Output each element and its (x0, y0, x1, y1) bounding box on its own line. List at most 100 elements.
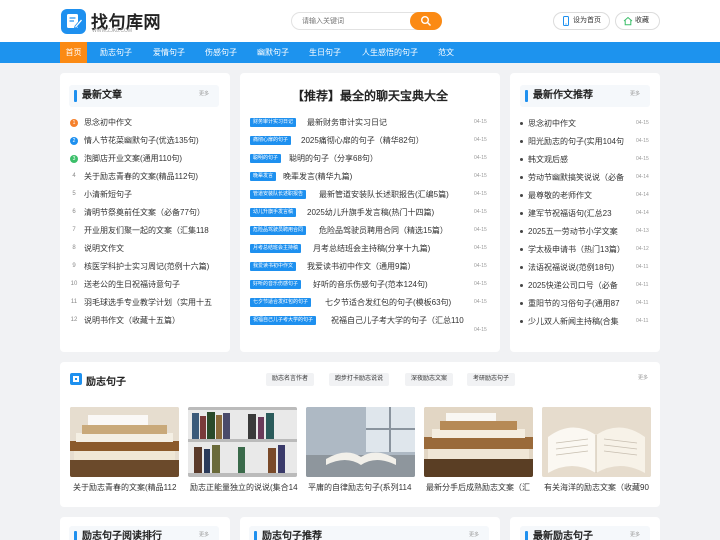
essay-item-link[interactable]: 2025快递公司口号（必备 (528, 280, 624, 291)
nav-inspire[interactable]: 励志句子 (93, 42, 139, 63)
list-item[interactable]: 关于励志青春的文案(精品112句) (84, 171, 224, 182)
list-item[interactable]: 思念初中作文 (84, 117, 224, 128)
essay-item-link[interactable]: 劳动节幽默搞笑说说（必备 (528, 172, 624, 183)
latest-title: 最新文章 (82, 90, 122, 101)
card-caption[interactable]: 励志正能量独立的说说(集合14 (190, 482, 300, 493)
essay-item-link[interactable]: 法语祝福说说(范例18句) (528, 262, 624, 273)
recommend-item-link[interactable]: 聪明的句子（分享68句） (289, 153, 378, 164)
nav-home[interactable]: 首页 (60, 42, 87, 63)
essay-item-link[interactable]: 重阳节的习俗句子(通用87 (528, 298, 624, 309)
list-item[interactable]: 开业朋友们聚一起的文案（汇集118 (84, 225, 224, 236)
essay-item-link[interactable]: 思念初中作文 (528, 118, 624, 129)
keyword-tag[interactable]: 月考总结班会主持稿 (250, 244, 302, 253)
card-caption[interactable]: 平庸的自律励志句子(系列114 (308, 482, 418, 493)
essay-item-link[interactable]: 少儿双人新闻主持稿(合集 (528, 316, 624, 327)
nav-essay[interactable]: 范文 (432, 42, 460, 63)
keyword-tag[interactable]: 我爱读书初中作文 (250, 262, 297, 271)
list-item[interactable]: 情人节花菜幽默句子(优选135句) (84, 135, 224, 146)
keyword-pill[interactable]: 深夜励志文案 (405, 373, 454, 386)
nav-humor[interactable]: 幽默句子 (250, 42, 296, 63)
item-date: 04-15 (636, 138, 649, 144)
essay-item-link[interactable]: 最尊敬的老师作文 (528, 190, 624, 201)
latest-more-link[interactable]: 更多 (199, 85, 209, 103)
item-date: 04-15 (474, 173, 487, 179)
inspire-title: 励志句子 (86, 377, 126, 388)
keyword-tag[interactable]: 危险品驾驶员聘用合同 (250, 226, 307, 235)
set-home-button[interactable]: 设为首页 (553, 12, 610, 30)
keyword-tag[interactable]: 七夕节适合发红包的句子 (250, 298, 312, 307)
search-button[interactable] (410, 12, 442, 30)
book-stack-image[interactable] (70, 407, 179, 477)
recommend-item-link[interactable]: 祝福自己儿子考大学的句子（汇总110 (331, 315, 464, 326)
nav-birthday[interactable]: 生日句子 (302, 42, 348, 63)
list-item[interactable]: 泡脚店开业文案(通用110句) (84, 153, 224, 164)
bookshelf-image[interactable] (188, 407, 297, 477)
item-date: 04-11 (636, 318, 649, 324)
nav-sad[interactable]: 伤感句子 (198, 42, 244, 63)
keyword-pill[interactable]: 励志名言作者 (266, 373, 315, 386)
recommend-item-link[interactable]: 2025痛彻心扉的句子（精华82句） (301, 135, 424, 146)
card-caption[interactable]: 最新分手后成熟励志文案（汇 (426, 482, 536, 493)
essay-item-link[interactable]: 阳光励志的句子(实用104句) (528, 136, 624, 147)
keyword-tag[interactable]: 财务审计实习日记 (250, 118, 297, 127)
newest-inspire-more-link[interactable]: 更多 (630, 526, 640, 540)
recommend-item-link[interactable]: 七夕节适合发红包的句子(模板63句) (325, 297, 451, 308)
open-book-window-image[interactable] (306, 407, 415, 477)
keyword-tag[interactable]: 好听的音乐伤感句子 (250, 280, 302, 289)
item-date: 04-15 (474, 191, 487, 197)
recommend-item-link[interactable]: 2025幼儿升旗手发言稿(热门十四篇) (307, 207, 434, 218)
nav-life[interactable]: 人生感悟的句子 (355, 42, 425, 63)
list-item[interactable]: 说明文作文 (84, 243, 224, 254)
card-caption[interactable]: 关于励志青春的文案(精品112 (73, 482, 183, 493)
latest-articles-panel: 最新文章 更多 1 思念初中作文 2 情人节花菜幽默句子(优选135句) 3 泡… (60, 73, 230, 352)
list-item[interactable]: 清明节祭奠前任文案（必备77句） (84, 207, 224, 218)
list-item[interactable]: 说明书作文（收藏十五篇） (84, 315, 224, 326)
open-book-image[interactable] (542, 407, 651, 477)
recommend-item-link[interactable]: 好听的音乐伤感句子(范本124句) (313, 279, 428, 290)
ranking-more-link[interactable]: 更多 (199, 526, 209, 540)
rank-badge-3: 3 (70, 155, 78, 163)
essay-item-link[interactable]: 韩文观后感 (528, 154, 624, 165)
keyword-tag[interactable]: 晚辈发言 (250, 172, 277, 181)
recommend-item-link[interactable]: 危险品驾驶员聘用合同（精选15篇） (319, 225, 448, 236)
bullet-dot (520, 320, 523, 323)
list-item[interactable]: 送老公的生日祝福诗意句子 (84, 279, 224, 290)
keyword-tag[interactable]: 聪明的句子 (250, 154, 282, 163)
inspire-more-link[interactable]: 更多 (638, 374, 648, 381)
bullet-dot (520, 284, 523, 287)
site-logo[interactable]: 找句库网 WWW.ZJK8.COM (61, 7, 181, 37)
logo-pen-icon (61, 9, 86, 34)
item-date: 04-14 (636, 192, 649, 198)
inspire-recommend-title-box: 励志句子推荐 更多 (249, 526, 489, 540)
bullet-dot (520, 176, 523, 179)
essay-item-link[interactable]: 学太极申请书（热门13篇） (528, 244, 624, 255)
list-item[interactable]: 核医学科护士实习周记(范例十六篇) (84, 261, 224, 272)
recommend-item-link[interactable]: 最新管道安装队长述职报告(汇编5篇) (319, 189, 449, 200)
keyword-tag[interactable]: 祝福自己儿子考大学的句子 (250, 316, 317, 325)
essay-more-link[interactable]: 更多 (630, 85, 640, 103)
keyword-pill[interactable]: 考研励志句子 (467, 373, 516, 386)
search-input[interactable] (292, 13, 410, 29)
recommend-item-link[interactable]: 我爱读书初中作文（通用9篇） (307, 261, 415, 272)
books-pile-image[interactable] (424, 407, 533, 477)
rank-badge-2: 2 (70, 137, 78, 145)
keyword-tag[interactable]: 幼儿升旗手发言稿 (250, 208, 297, 217)
favorite-button[interactable]: 收藏 (615, 12, 660, 30)
keyword-tag[interactable]: 管道安装队长述职报告 (250, 190, 307, 199)
essay-item-link[interactable]: 2025五一劳动节小学文案 (528, 226, 624, 237)
keyword-tag[interactable]: 痛彻心扉的句子 (250, 136, 292, 145)
rank-number: 11 (70, 299, 78, 305)
list-item[interactable]: 小清新短句子 (84, 189, 224, 200)
recommend-item-link[interactable]: 晚辈发言(精华九篇) (283, 171, 352, 182)
inspire-recommend-more-link[interactable]: 更多 (469, 526, 479, 540)
favorite-label: 收藏 (635, 17, 649, 24)
nav-love[interactable]: 爱情句子 (146, 42, 192, 63)
bullet-dot (520, 194, 523, 197)
rank-number: 10 (70, 281, 78, 287)
essay-item-link[interactable]: 建军节祝福语句(汇总23 (528, 208, 624, 219)
recommend-item-link[interactable]: 月考总结班会主持稿(分享十九篇) (313, 243, 430, 254)
keyword-pill[interactable]: 跑步打卡励志说说 (329, 373, 390, 386)
recommend-item-link[interactable]: 最新财务审计实习日记 (307, 117, 387, 128)
card-caption[interactable]: 有关海洋的励志文案（收藏90 (544, 482, 654, 493)
list-item[interactable]: 羽毛球选手专业教学计划（实用十五 (84, 297, 224, 308)
